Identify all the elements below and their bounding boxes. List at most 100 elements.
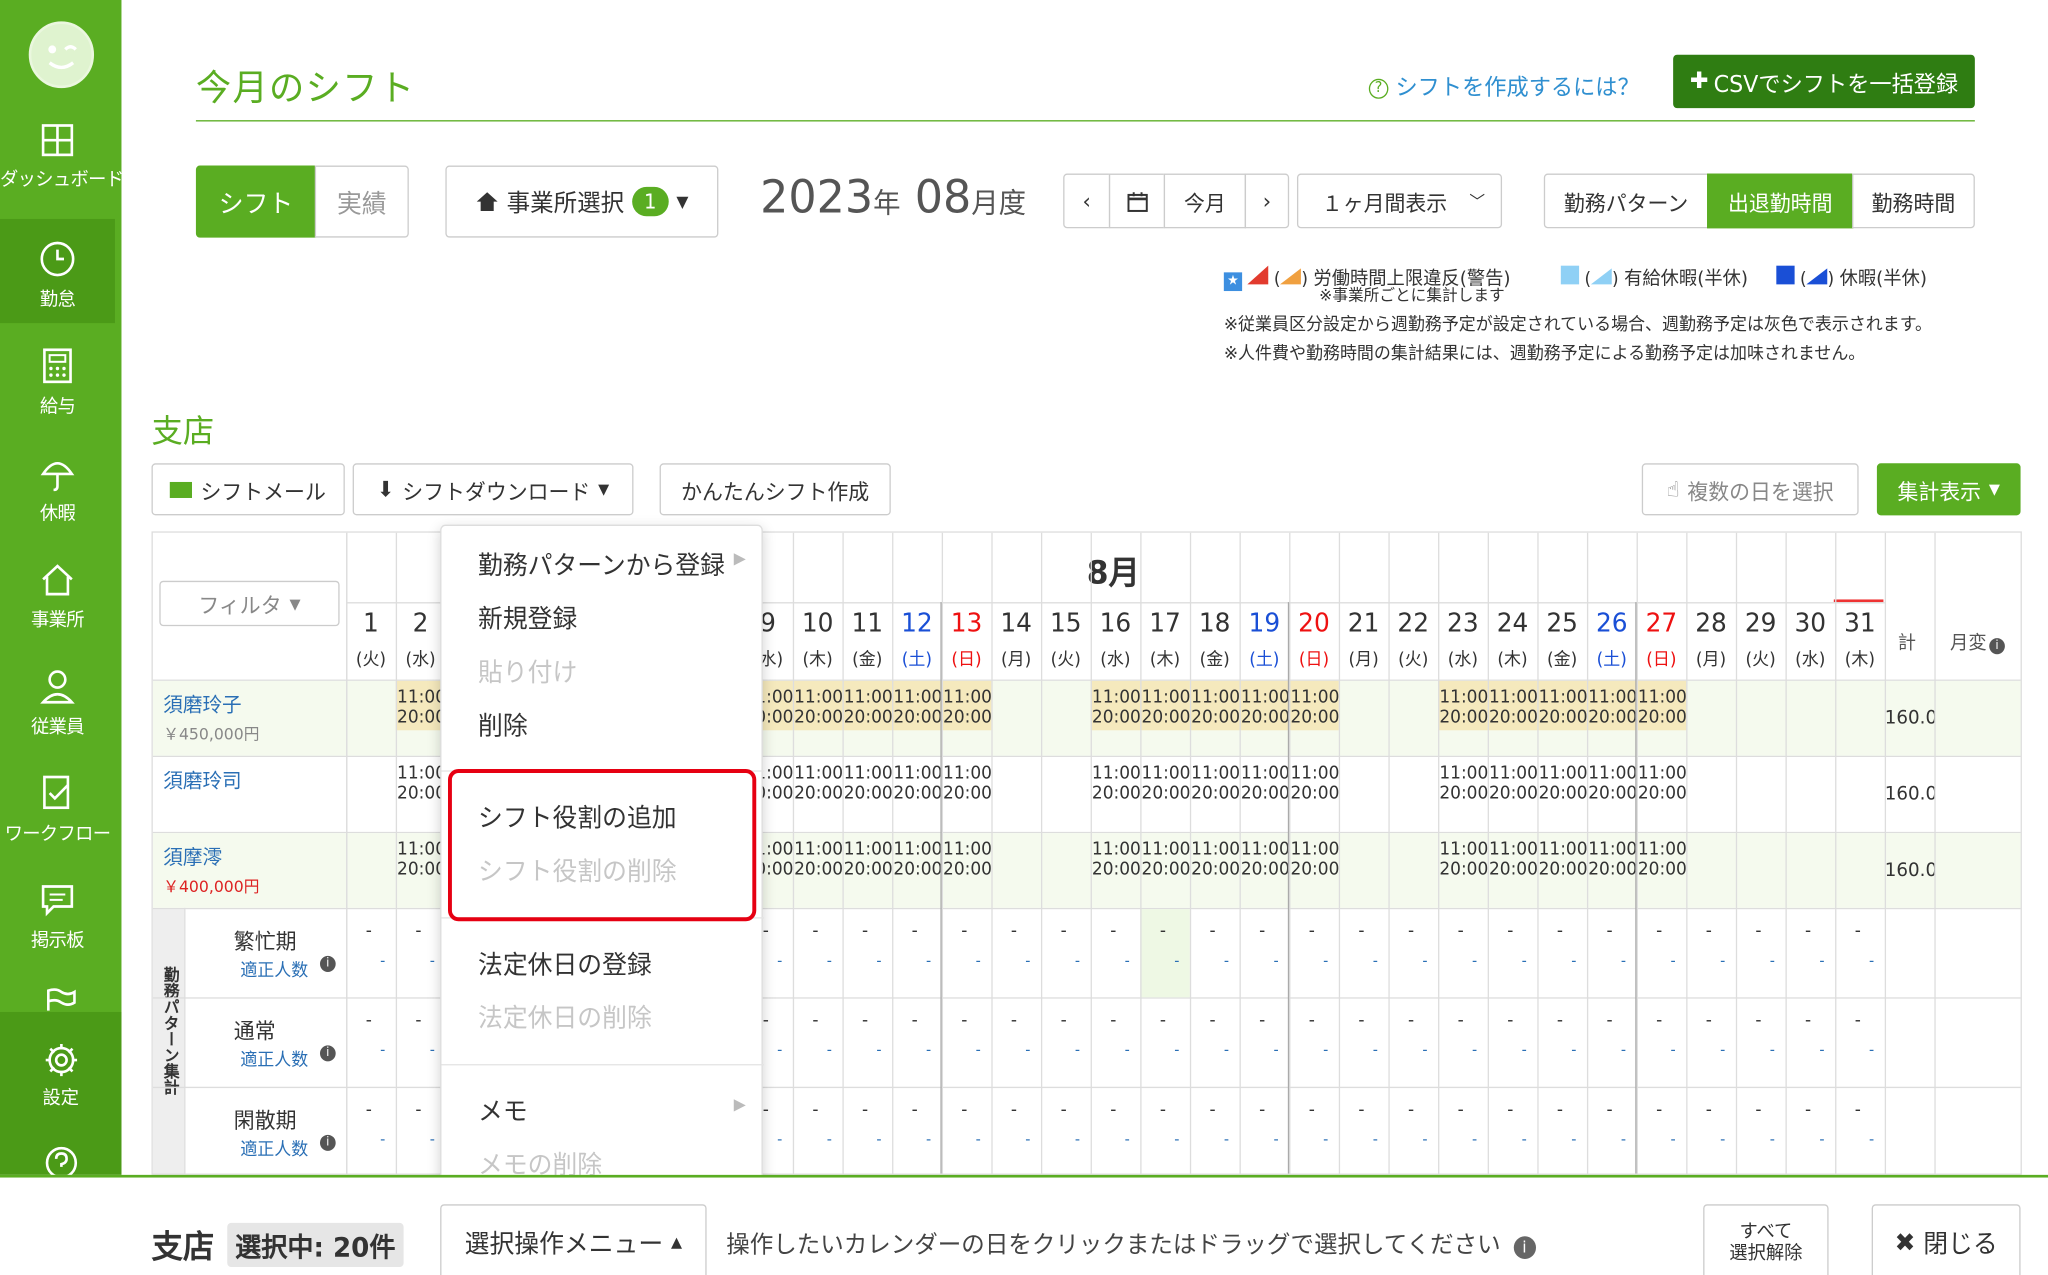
prev-month-button[interactable]: ‹	[1063, 173, 1111, 229]
sidebar-item-employees[interactable]: 従業員	[0, 668, 115, 772]
shift-cell[interactable]: 11:00 20:00	[1092, 688, 1140, 728]
sidebar-item-settings[interactable]: 設定	[0, 1011, 122, 1179]
shift-cell[interactable]: 11:00 20:00	[1588, 840, 1636, 880]
day-number[interactable]: 11	[842, 609, 892, 638]
day-number[interactable]: 25	[1537, 609, 1587, 638]
shift-cell[interactable]: 11:00 20:00	[1241, 688, 1289, 728]
employee-name[interactable]: 須磨玲子	[163, 690, 241, 718]
day-number[interactable]: 1	[346, 609, 396, 638]
shift-cell[interactable]: 11:00 20:00	[1489, 688, 1537, 728]
shift-cell[interactable]: 11:00 20:00	[844, 840, 892, 880]
shift-cell[interactable]: 11:00 20:00	[1638, 764, 1686, 804]
range-select[interactable]: １ヶ月間表示 ﹀	[1296, 173, 1503, 229]
day-number[interactable]: 18	[1190, 609, 1240, 638]
day-number[interactable]: 24	[1488, 609, 1538, 638]
shift-cell[interactable]: 11:00 20:00	[1439, 764, 1487, 804]
menu-item[interactable]: 新規登録	[478, 599, 577, 635]
shift-cell[interactable]: 11:00 20:00	[794, 764, 842, 804]
calendar-picker-button[interactable]	[1108, 173, 1166, 229]
day-number[interactable]: 26	[1587, 609, 1637, 638]
shift-cell[interactable]: 11:00 20:00	[397, 764, 445, 804]
shift-cell[interactable]: 11:00 20:00	[1489, 764, 1537, 804]
clear-selection-button[interactable]: すべて 選択解除	[1703, 1204, 1829, 1275]
shift-cell[interactable]: 11:00 20:00	[1489, 840, 1537, 880]
shift-cell[interactable]: 11:00 20:00	[794, 688, 842, 728]
menu-item[interactable]: メモ	[478, 1092, 528, 1128]
day-number[interactable]: 22	[1388, 609, 1438, 638]
shift-cell[interactable]: 11:00 20:00	[1290, 688, 1338, 728]
shift-cell[interactable]: 11:00 20:00	[1191, 840, 1239, 880]
day-number[interactable]: 15	[1041, 609, 1091, 638]
this-month-button[interactable]: 今月	[1163, 173, 1247, 229]
shift-cell[interactable]: 11:00 20:00	[943, 764, 991, 804]
flag-icon[interactable]	[44, 988, 78, 1012]
shift-cell[interactable]: 11:00 20:00	[397, 840, 445, 880]
filter-button[interactable]: フィルタ ▼	[159, 580, 340, 627]
csv-upload-button[interactable]: ✚ CSVでシフトを一括登録	[1673, 54, 1975, 109]
day-number[interactable]: 13	[942, 609, 992, 638]
day-number[interactable]: 2	[396, 609, 446, 638]
view-pattern-button[interactable]: 勤務パターン	[1543, 173, 1709, 229]
shift-cell[interactable]: 11:00 20:00	[1191, 688, 1239, 728]
shift-cell[interactable]: 11:00 20:00	[1092, 840, 1140, 880]
day-number[interactable]: 28	[1686, 609, 1736, 638]
shift-download-button[interactable]: ⬇ シフトダウンロード ▼	[352, 463, 634, 516]
shift-cell[interactable]: 11:00 20:00	[1588, 688, 1636, 728]
shift-cell[interactable]: 11:00 20:00	[397, 688, 445, 728]
sidebar-item-attendance[interactable]: 勤怠	[0, 218, 115, 324]
shift-cell[interactable]: 11:00 20:00	[1539, 688, 1587, 728]
shift-cell[interactable]: 11:00 20:00	[1539, 764, 1587, 804]
sidebar-item-leave[interactable]: 休暇	[0, 454, 115, 558]
sidebar-item-payroll[interactable]: 給与	[0, 347, 115, 451]
shift-cell[interactable]: 11:00 20:00	[1290, 764, 1338, 804]
day-number[interactable]: 10	[793, 609, 843, 638]
sidebar-item-dashboard[interactable]: ダッシュボード	[0, 123, 124, 227]
next-month-button[interactable]: ›	[1244, 173, 1290, 229]
menu-item[interactable]: 法定休日の登録	[478, 945, 652, 981]
shift-cell[interactable]: 11:00 20:00	[893, 688, 941, 728]
shift-cell[interactable]: 11:00 20:00	[1142, 764, 1190, 804]
shift-cell[interactable]: 11:00 20:00	[1290, 840, 1338, 880]
shift-cell[interactable]: 11:00 20:00	[1142, 688, 1190, 728]
help-link[interactable]: ? シフトを作成するには？	[1368, 68, 1640, 101]
shift-cell[interactable]: 11:00 20:00	[1439, 840, 1487, 880]
shift-cell[interactable]: 11:00 20:00	[1638, 688, 1686, 728]
shift-cell[interactable]: 11:00 20:00	[1539, 840, 1587, 880]
day-number[interactable]: 29	[1736, 609, 1786, 638]
day-number[interactable]: 20	[1289, 609, 1339, 638]
close-button[interactable]: ✖ 閉じる	[1871, 1204, 2021, 1275]
shift-cell[interactable]: 11:00 20:00	[1638, 840, 1686, 880]
shift-cell[interactable]: 11:00 20:00	[1241, 840, 1289, 880]
view-inout-button[interactable]: 出退勤時間	[1707, 173, 1854, 229]
shift-cell[interactable]: 11:00 20:00	[893, 840, 941, 880]
sidebar-item-office[interactable]: 事業所	[0, 561, 115, 665]
day-number[interactable]: 17	[1140, 609, 1190, 638]
shift-cell[interactable]: 11:00 20:00	[1092, 764, 1140, 804]
sidebar-item-board[interactable]: 掲示板	[0, 881, 115, 985]
day-number[interactable]: 27	[1637, 609, 1687, 638]
day-number[interactable]: 31	[1835, 609, 1885, 638]
employee-name[interactable]: 須摩澪	[163, 842, 222, 870]
shift-mail-button[interactable]: シフトメール	[151, 463, 345, 516]
menu-item[interactable]: 削除	[478, 706, 528, 742]
tab-shift[interactable]: シフト	[195, 165, 317, 238]
shift-cell[interactable]: 11:00 20:00	[1588, 764, 1636, 804]
shift-cell[interactable]: 11:00 20:00	[1439, 688, 1487, 728]
day-number[interactable]: 12	[892, 609, 942, 638]
employee-name[interactable]: 須磨玲司	[163, 766, 241, 794]
day-number[interactable]: 19	[1240, 609, 1290, 638]
shift-cell[interactable]: 11:00 20:00	[844, 764, 892, 804]
sidebar-item-workflow[interactable]: ワークフロー	[0, 774, 115, 878]
menu-item[interactable]: 勤務パターンから登録	[478, 546, 725, 582]
shift-cell[interactable]: 11:00 20:00	[1241, 764, 1289, 804]
shift-cell[interactable]: 11:00 20:00	[844, 688, 892, 728]
shift-cell[interactable]: 11:00 20:00	[893, 764, 941, 804]
tab-actual[interactable]: 実績	[314, 165, 409, 238]
day-number[interactable]: 16	[1091, 609, 1141, 638]
view-hours-button[interactable]: 勤務時間	[1852, 173, 1975, 229]
office-select[interactable]: 事業所選択 1 ▼	[445, 165, 719, 238]
day-number[interactable]: 14	[991, 609, 1041, 638]
shift-cell[interactable]: 11:00 20:00	[943, 840, 991, 880]
shift-cell[interactable]: 11:00 20:00	[1142, 840, 1190, 880]
shift-cell[interactable]: 11:00 20:00	[1191, 764, 1239, 804]
